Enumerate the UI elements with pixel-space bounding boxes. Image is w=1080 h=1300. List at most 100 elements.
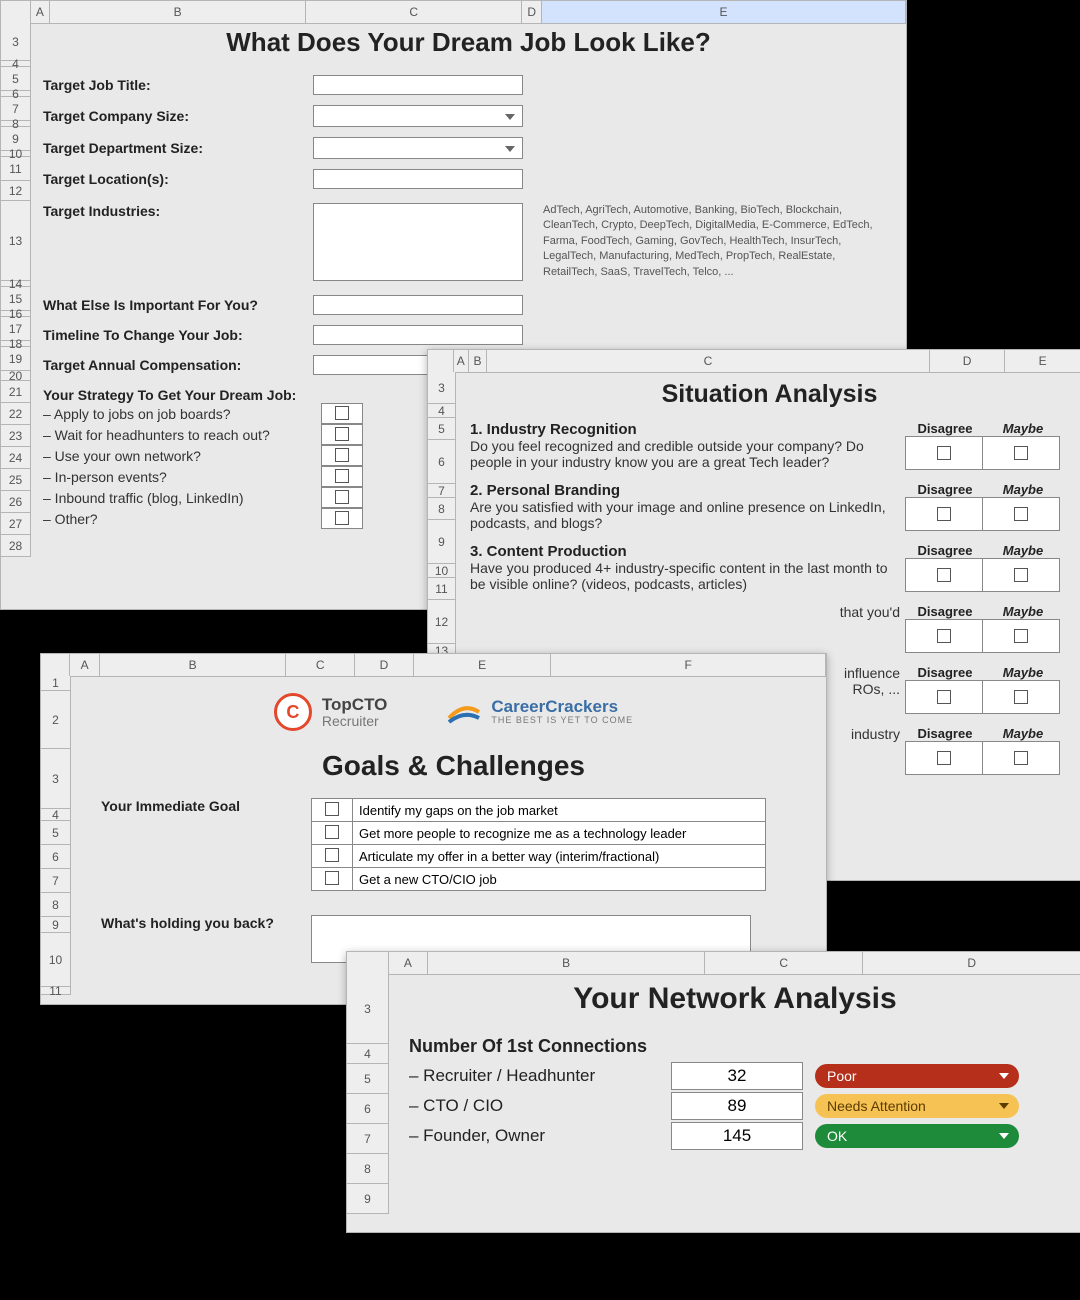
- status-pill[interactable]: OK: [815, 1124, 1019, 1148]
- input-timeline[interactable]: [313, 325, 523, 345]
- row-header[interactable]: 26: [1, 491, 30, 513]
- row-header[interactable]: 6: [41, 845, 70, 869]
- row-header[interactable]: 7: [428, 484, 455, 498]
- row-header[interactable]: 12: [428, 600, 455, 644]
- row-header[interactable]: 22: [1, 403, 30, 425]
- row-header[interactable]: 23: [1, 425, 30, 447]
- col-header[interactable]: E: [1005, 350, 1080, 372]
- col-header[interactable]: A: [454, 350, 469, 372]
- col-header[interactable]: B: [100, 654, 286, 676]
- row-header[interactable]: 9: [347, 1184, 388, 1214]
- row-header[interactable]: 5: [428, 418, 455, 440]
- row-header[interactable]: 4: [347, 1044, 388, 1064]
- row-header[interactable]: 4: [428, 404, 455, 418]
- row-header[interactable]: 6: [428, 440, 455, 484]
- row-header[interactable]: 4: [41, 809, 70, 821]
- row-header[interactable]: 7: [347, 1124, 388, 1154]
- network-row-value[interactable]: 89: [671, 1092, 803, 1120]
- row-header[interactable]: 3: [41, 749, 70, 809]
- row-header[interactable]: 2: [41, 691, 70, 749]
- situation-item-text: Have you produced 4+ industry-specific c…: [470, 560, 900, 592]
- row-header[interactable]: 19: [1, 347, 30, 371]
- maybe-checkbox-cell[interactable]: [982, 558, 1060, 592]
- row-header[interactable]: 1: [41, 676, 70, 691]
- col-header[interactable]: B: [428, 952, 705, 974]
- row-header[interactable]: 6: [347, 1094, 388, 1124]
- col-header[interactable]: E: [542, 1, 906, 23]
- disagree-checkbox-cell[interactable]: [905, 436, 983, 470]
- status-pill[interactable]: Needs Attention: [815, 1094, 1019, 1118]
- goal-checkbox-cell[interactable]: [312, 799, 353, 822]
- strategy-checkbox-cell[interactable]: [321, 424, 363, 445]
- col-header[interactable]: B: [469, 350, 488, 372]
- select-company-size[interactable]: [313, 105, 523, 127]
- goal-checkbox-cell[interactable]: [312, 822, 353, 845]
- input-industries[interactable]: [313, 203, 523, 281]
- goal-checkbox-cell[interactable]: [312, 845, 353, 868]
- row-header[interactable]: 3: [1, 23, 30, 61]
- row-header[interactable]: 8: [41, 893, 70, 917]
- row-header[interactable]: 24: [1, 447, 30, 469]
- strategy-checkbox-cell[interactable]: [321, 487, 363, 508]
- row-header[interactable]: 9: [428, 520, 455, 564]
- row-header[interactable]: 3: [347, 974, 388, 1044]
- row-header[interactable]: 11: [428, 578, 455, 600]
- col-header[interactable]: D: [522, 1, 542, 23]
- checkbox-icon: [1014, 690, 1028, 704]
- col-header[interactable]: B: [50, 1, 306, 23]
- row-header[interactable]: 5: [41, 821, 70, 845]
- row-header[interactable]: 11: [41, 987, 70, 995]
- input-important[interactable]: [313, 295, 523, 315]
- col-header[interactable]: C: [286, 654, 355, 676]
- disagree-checkbox-cell[interactable]: [905, 558, 983, 592]
- col-header[interactable]: A: [70, 654, 99, 676]
- strategy-checkbox-cell[interactable]: [321, 403, 363, 424]
- disagree-checkbox-cell[interactable]: [905, 680, 983, 714]
- col-header[interactable]: C: [306, 1, 522, 23]
- maybe-checkbox-cell[interactable]: [982, 436, 1060, 470]
- row-header[interactable]: 28: [1, 535, 30, 557]
- row-header[interactable]: 8: [347, 1154, 388, 1184]
- col-header[interactable]: F: [551, 654, 826, 676]
- disagree-checkbox-cell[interactable]: [905, 619, 983, 653]
- row-header[interactable]: 11: [1, 157, 30, 181]
- row-header[interactable]: 8: [428, 498, 455, 520]
- network-row-value[interactable]: 32: [671, 1062, 803, 1090]
- status-pill[interactable]: Poor: [815, 1064, 1019, 1088]
- col-header[interactable]: E: [414, 654, 551, 676]
- row-header[interactable]: 5: [347, 1064, 388, 1094]
- maybe-checkbox-cell[interactable]: [982, 619, 1060, 653]
- maybe-checkbox-cell[interactable]: [982, 497, 1060, 531]
- strategy-checkbox-cell[interactable]: [321, 466, 363, 487]
- network-row-value[interactable]: 145: [671, 1122, 803, 1150]
- row-header[interactable]: 3: [428, 372, 455, 404]
- strategy-checkbox-cell[interactable]: [321, 445, 363, 466]
- input-locations[interactable]: [313, 169, 523, 189]
- col-disagree: Disagree: [906, 665, 984, 680]
- row-header[interactable]: 21: [1, 381, 30, 403]
- col-header[interactable]: C: [705, 952, 863, 974]
- col-header[interactable]: D: [863, 952, 1080, 974]
- maybe-checkbox-cell[interactable]: [982, 680, 1060, 714]
- col-header[interactable]: C: [487, 350, 929, 372]
- row-header[interactable]: 7: [41, 869, 70, 893]
- col-header[interactable]: D: [355, 654, 414, 676]
- col-header[interactable]: D: [930, 350, 1006, 372]
- row-header[interactable]: 10: [41, 933, 70, 987]
- goal-checkbox-cell[interactable]: [312, 868, 353, 891]
- row-header[interactable]: 12: [1, 181, 30, 201]
- row-header[interactable]: 13: [1, 201, 30, 281]
- col-header[interactable]: A: [389, 952, 429, 974]
- row-header[interactable]: 9: [41, 917, 70, 933]
- maybe-checkbox-cell[interactable]: [982, 741, 1060, 775]
- row-header[interactable]: 27: [1, 513, 30, 535]
- disagree-checkbox-cell[interactable]: [905, 741, 983, 775]
- strategy-checkbox-cell[interactable]: [321, 508, 363, 529]
- row-header[interactable]: 25: [1, 469, 30, 491]
- disagree-checkbox-cell[interactable]: [905, 497, 983, 531]
- row-header[interactable]: 10: [428, 564, 455, 578]
- col-header[interactable]: A: [31, 1, 51, 23]
- select-dept-size[interactable]: [313, 137, 523, 159]
- row-header[interactable]: 20: [1, 371, 30, 381]
- input-job-title[interactable]: [313, 75, 523, 95]
